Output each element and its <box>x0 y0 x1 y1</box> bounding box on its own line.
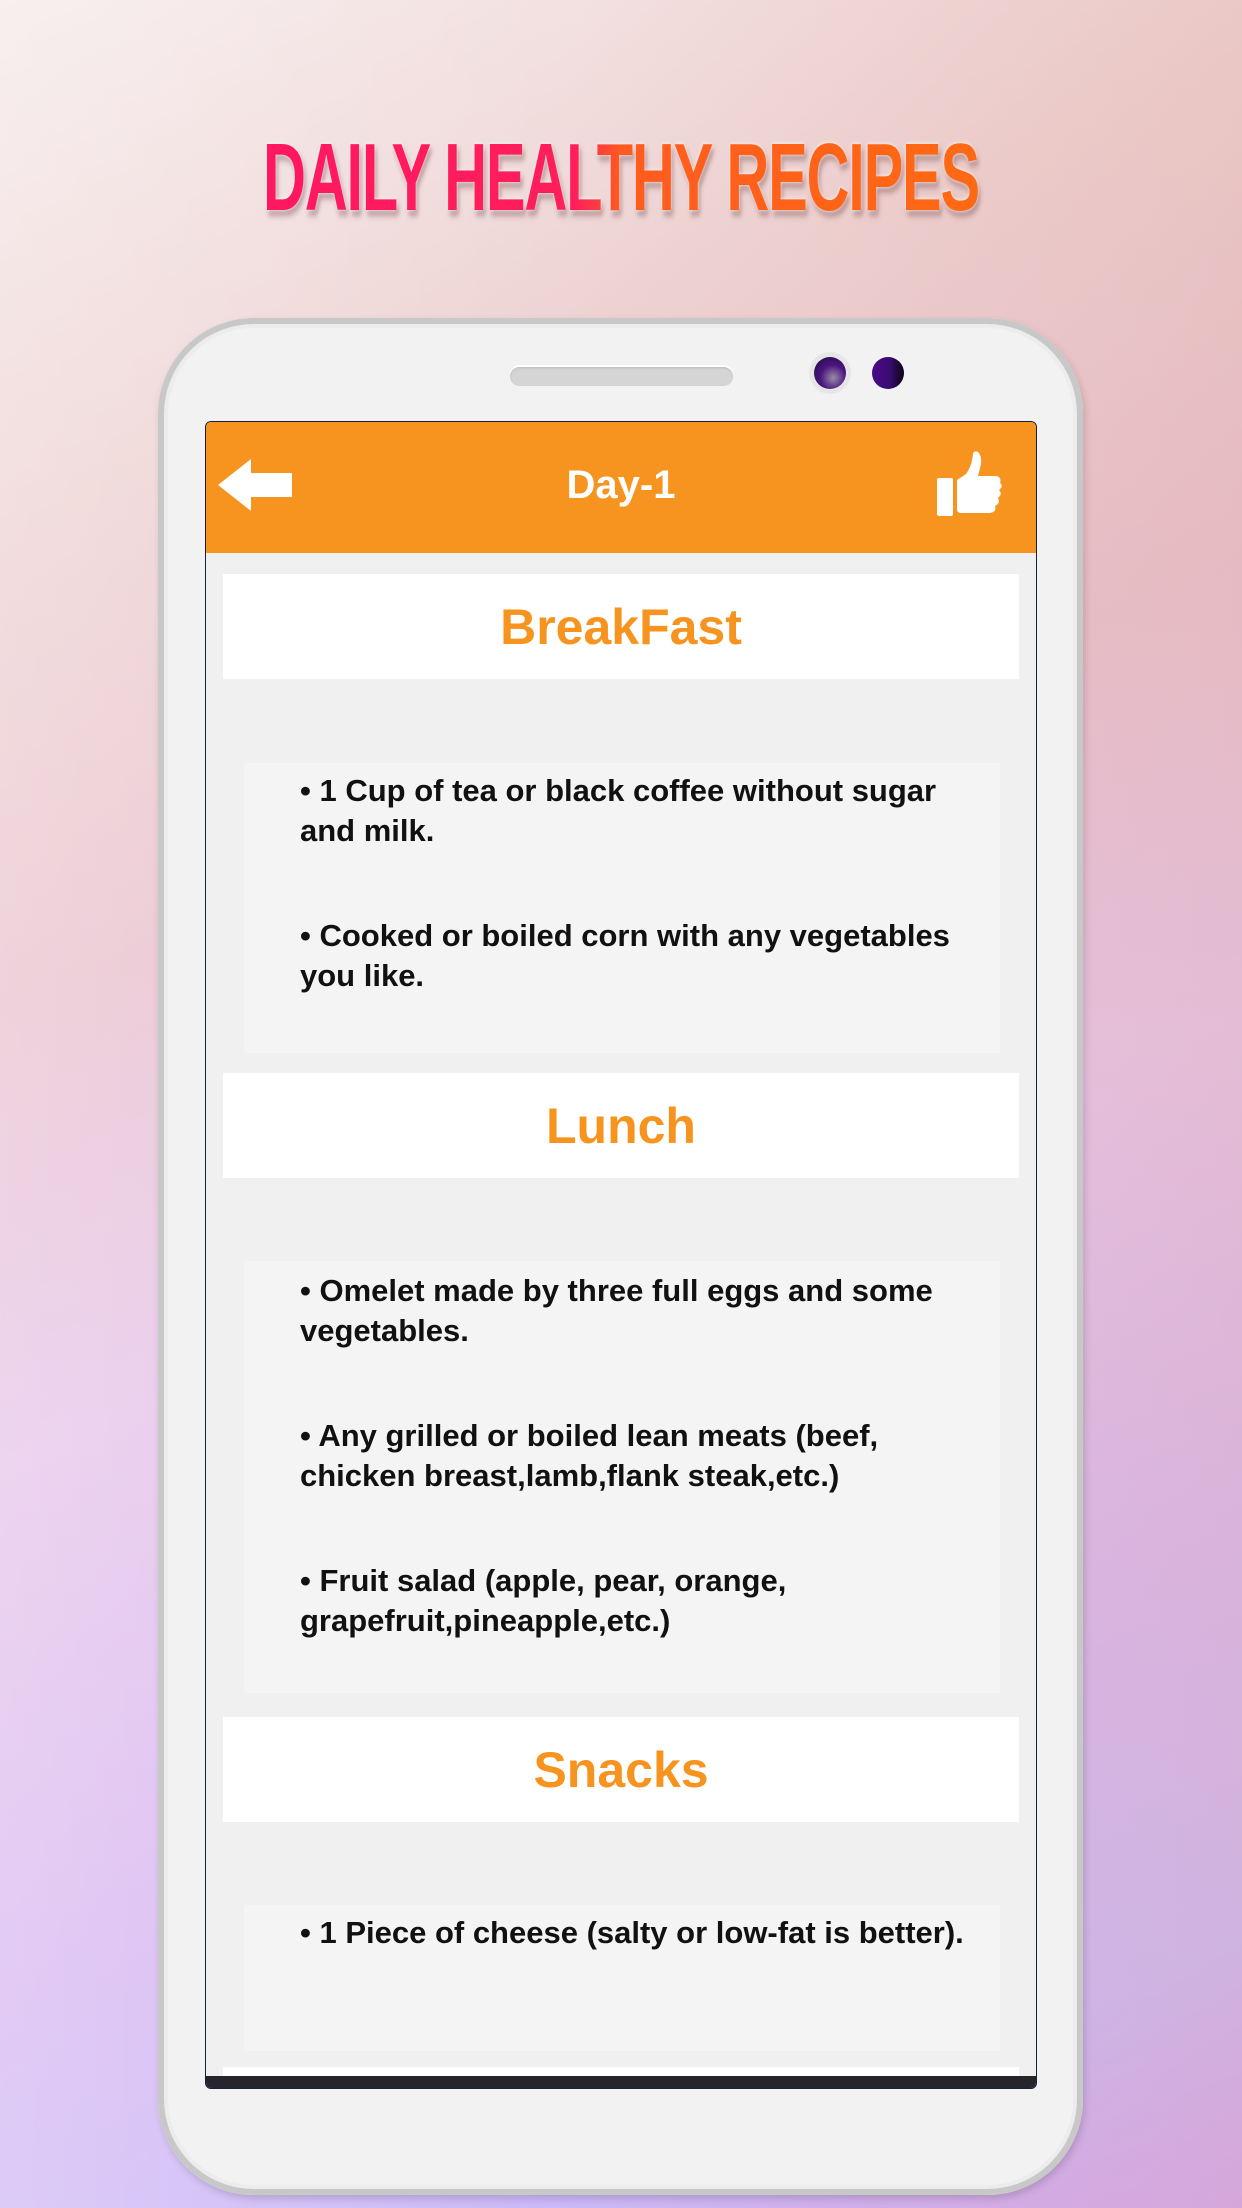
list-item: • Omelet made by three full eggs and som… <box>300 1273 933 1348</box>
page-title: Day-1 <box>566 463 676 507</box>
meal-plan-content[interactable]: BreakFast • 1 Cup of tea or black coffee… <box>206 553 1036 2079</box>
list-item: • Cooked or boiled corn with any vegetab… <box>300 918 950 993</box>
breakfast-items: • 1 Cup of tea or black coffee without s… <box>244 763 1000 1053</box>
proximity-sensor-icon <box>872 357 904 389</box>
phone-speaker <box>510 367 733 386</box>
list-item: • Any grilled or boiled lean meats (beef… <box>300 1418 879 1493</box>
app-screen: Day-1 BreakFast • 1 Cup of tea or black … <box>205 421 1037 2089</box>
section-header-lunch: Lunch <box>223 1073 1019 1178</box>
section-title: Lunch <box>546 1097 696 1154</box>
front-camera-icon <box>814 357 846 389</box>
like-button[interactable] <box>936 450 1004 518</box>
list-item: • 1 Cup of tea or black coffee without s… <box>300 773 937 848</box>
list-item: • Fruit salad (apple, pear, orange, grap… <box>300 1563 787 1638</box>
section-title: Snacks <box>533 1741 709 1798</box>
section-header-breakfast: BreakFast <box>223 574 1019 679</box>
app-header: Day-1 <box>206 422 1036 553</box>
screen-bottom-bar <box>206 2076 1036 2088</box>
lunch-items: • Omelet made by three full eggs and som… <box>244 1261 1000 1693</box>
section-title: BreakFast <box>500 598 742 655</box>
list-item: • 1 Piece of cheese (salty or low-fat is… <box>300 1915 964 1950</box>
thumbs-up-icon <box>937 451 1002 516</box>
section-header-snacks: Snacks <box>223 1717 1019 1822</box>
snacks-items: • 1 Piece of cheese (salty or low-fat is… <box>244 1905 1000 2051</box>
promo-headline: DAILY HEALTHY RECIPES <box>236 118 1006 238</box>
